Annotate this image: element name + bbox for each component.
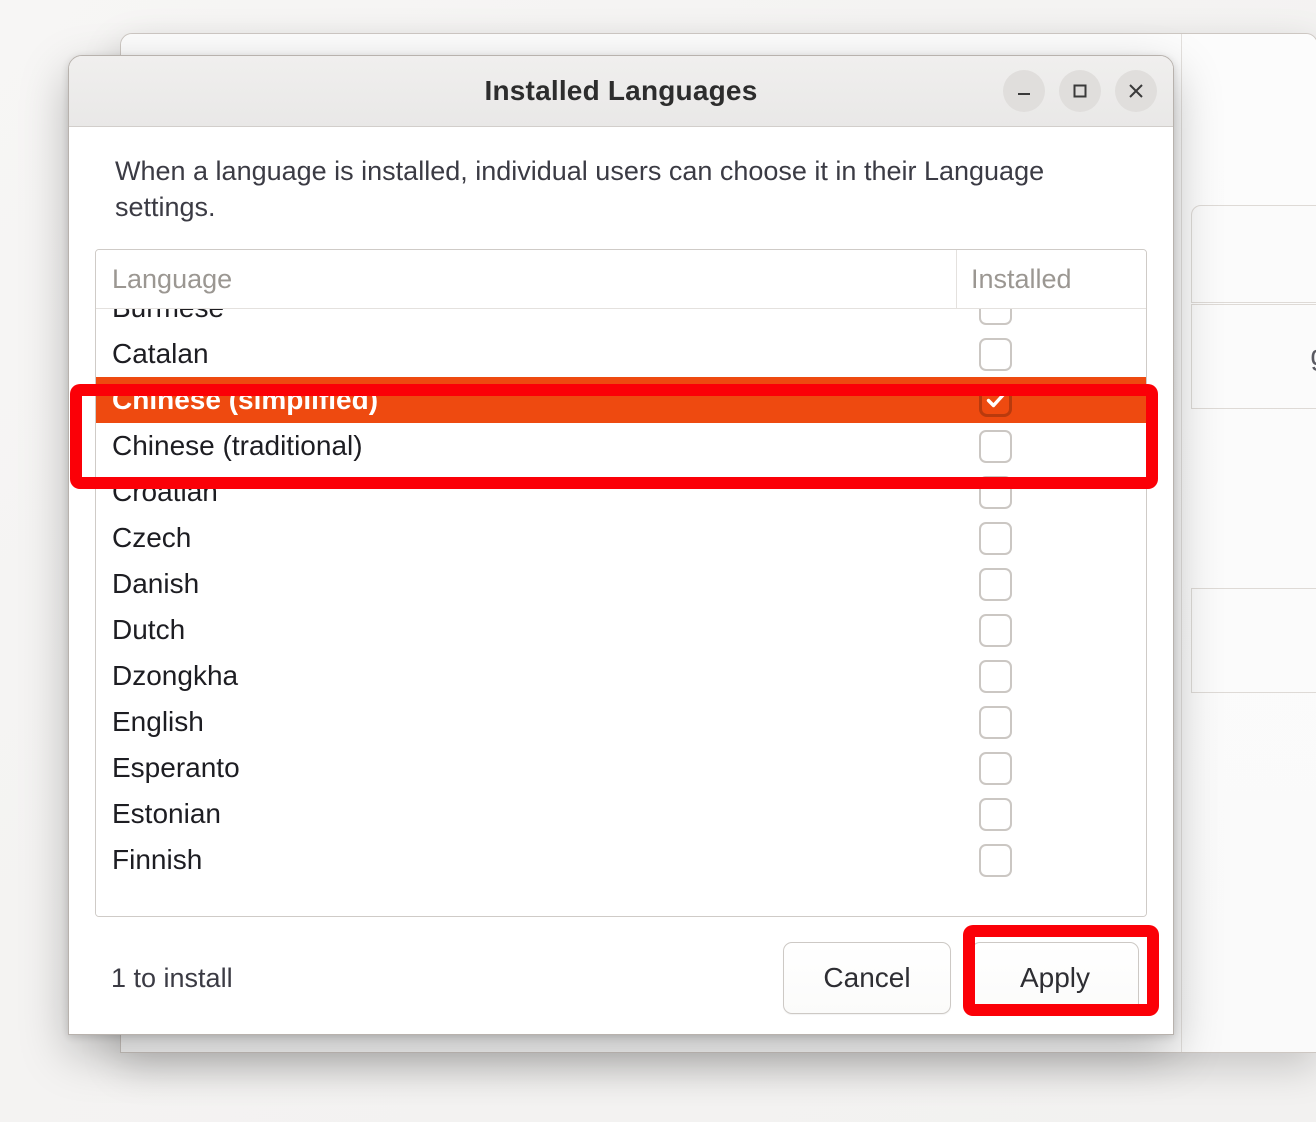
close-icon[interactable]: [1115, 70, 1157, 112]
installed-cell[interactable]: [956, 705, 1146, 739]
language-name: Chinese (simplified): [112, 384, 379, 416]
checkbox-checked-icon[interactable]: [979, 383, 1012, 417]
installed-cell[interactable]: [956, 429, 1146, 463]
checkbox-unchecked-icon[interactable]: [979, 613, 1012, 647]
checkbox-unchecked-icon[interactable]: [979, 751, 1012, 785]
checkbox-unchecked-icon[interactable]: [979, 309, 1012, 325]
installed-cell[interactable]: [956, 797, 1146, 831]
dialog-body: When a language is installed, individual…: [69, 127, 1173, 1034]
language-name: Croatian: [112, 476, 218, 508]
checkbox-unchecked-icon[interactable]: [979, 659, 1012, 693]
language-row[interactable]: Burmese: [96, 309, 1146, 331]
language-list-frame: Language Installed Burmese Catalan Chinese…: [95, 249, 1147, 918]
installed-cell[interactable]: [956, 843, 1146, 877]
language-row[interactable]: English: [96, 699, 1146, 745]
language-name: Dutch: [112, 614, 186, 646]
language-name: Catalan: [112, 338, 209, 370]
column-header-installed[interactable]: Installed: [956, 250, 1146, 309]
language-row[interactable]: Esperanto: [96, 745, 1146, 791]
language-row[interactable]: Dzongkha: [96, 653, 1146, 699]
language-row[interactable]: Estonian: [96, 791, 1146, 837]
checkbox-unchecked-icon[interactable]: [979, 567, 1012, 601]
language-name: Esperanto: [112, 752, 240, 784]
installed-cell[interactable]: [956, 475, 1146, 509]
minimize-icon[interactable]: [1003, 70, 1045, 112]
window-controls: [1003, 56, 1157, 126]
background-row-1[interactable]: [1191, 205, 1316, 303]
language-name: Czech: [112, 522, 192, 554]
language-name: Estonian: [112, 798, 221, 830]
checkbox-unchecked-icon[interactable]: [979, 797, 1012, 831]
installed-cell[interactable]: [956, 309, 1146, 325]
cancel-button[interactable]: Cancel: [783, 942, 951, 1015]
language-row[interactable]: Croatian: [96, 469, 1146, 515]
checkbox-unchecked-icon[interactable]: [979, 337, 1012, 371]
language-list: Burmese Catalan Chinese (simplified) Chines…: [96, 309, 1146, 883]
language-name: Finnish: [112, 844, 203, 876]
installed-cell[interactable]: [956, 567, 1146, 601]
language-row[interactable]: Catalan: [96, 331, 1146, 377]
parent-window-divider: [1181, 34, 1182, 1052]
installed-cell[interactable]: [956, 613, 1146, 647]
apply-button[interactable]: Apply: [971, 942, 1139, 1015]
background-row-2[interactable]: glish: [1191, 304, 1316, 409]
language-list-header: Language Installed: [96, 250, 1146, 310]
language-row[interactable]: Finnish: [96, 837, 1146, 883]
language-name: English: [112, 706, 204, 738]
checkbox-unchecked-icon[interactable]: [979, 429, 1012, 463]
language-row[interactable]: Chinese (simplified): [96, 377, 1146, 424]
checkbox-unchecked-icon[interactable]: [979, 705, 1012, 739]
language-row[interactable]: Danish: [96, 561, 1146, 607]
language-row[interactable]: Chinese (traditional): [96, 423, 1146, 469]
language-name: Chinese (traditional): [112, 430, 363, 462]
installed-cell[interactable]: [956, 751, 1146, 785]
installed-cell[interactable]: [956, 337, 1146, 371]
background-row-3[interactable]: ates: [1191, 588, 1316, 693]
checkbox-unchecked-icon[interactable]: [979, 475, 1012, 509]
language-row[interactable]: Czech: [96, 515, 1146, 561]
language-row[interactable]: Dutch: [96, 607, 1146, 653]
maximize-icon[interactable]: [1059, 70, 1101, 112]
screen: glish ates Installed Languages: [0, 0, 1316, 1122]
checkbox-unchecked-icon[interactable]: [979, 843, 1012, 877]
language-list-viewport[interactable]: Burmese Catalan Chinese (simplified) Chines…: [96, 309, 1146, 917]
dialog-title: Installed Languages: [484, 75, 758, 106]
language-name: Burmese: [112, 309, 956, 324]
language-name: Danish: [112, 568, 200, 600]
checkbox-unchecked-icon[interactable]: [979, 521, 1012, 555]
column-header-language[interactable]: Language: [96, 264, 956, 295]
install-count-label: 1 to install: [111, 962, 233, 993]
dialog-description: When a language is installed, individual…: [115, 156, 1045, 223]
installed-cell[interactable]: [956, 383, 1146, 417]
installed-cell[interactable]: [956, 659, 1146, 693]
background-row-2-label: glish: [1310, 340, 1316, 373]
installed-languages-dialog: Installed Languages When a language is i…: [68, 55, 1174, 1035]
installed-cell[interactable]: [956, 521, 1146, 555]
dialog-titlebar: Installed Languages: [69, 56, 1173, 127]
dialog-footer: 1 to install Cancel Apply: [95, 917, 1147, 1034]
language-name: Dzongkha: [112, 660, 239, 692]
